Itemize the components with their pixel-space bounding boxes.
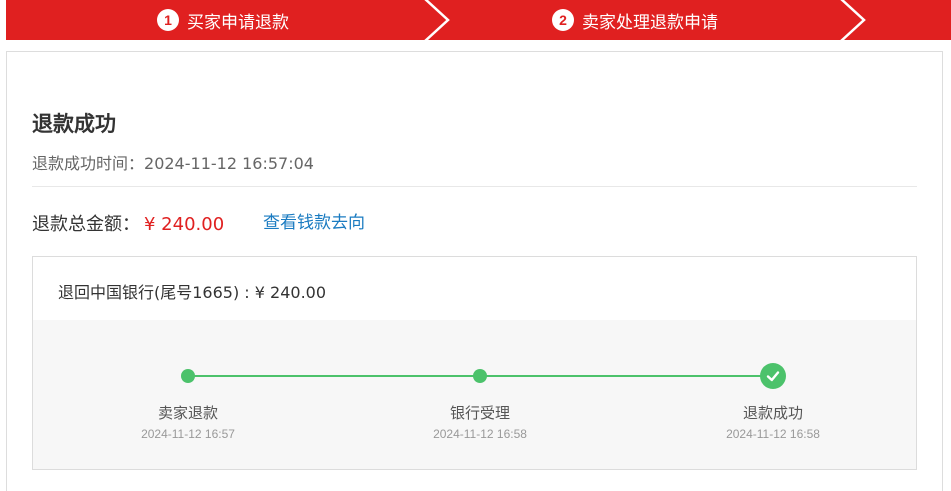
step-seller-process: 2 卖家处理退款申请 bbox=[552, 0, 718, 40]
stage-time: 2024-11-12 16:57 bbox=[141, 427, 235, 441]
checkmark-icon bbox=[766, 371, 780, 382]
stage-name: 卖家退款 bbox=[157, 404, 218, 422]
view-money-flow-link[interactable]: 查看钱款去向 bbox=[263, 208, 365, 233]
refund-total-label: 退款总金额： bbox=[32, 214, 140, 235]
step-label: 买家申请退款 bbox=[187, 12, 289, 33]
stage-name: 银行受理 bbox=[449, 404, 510, 422]
refund-total-row: 退款总金额： ¥ 240.00 bbox=[32, 210, 224, 236]
stage-bank-accepted: 银行受理 2024-11-12 16:58 bbox=[400, 402, 560, 441]
progress-node bbox=[181, 369, 195, 383]
stage-refund-success: 退款成功 2024-11-12 16:58 bbox=[693, 402, 853, 441]
refund-total-amount: ¥ 240.00 bbox=[144, 214, 225, 235]
refund-time-row: 退款成功时间：2024-11-12 16:57:04 bbox=[32, 150, 314, 174]
stage-time: 2024-11-12 16:58 bbox=[726, 427, 820, 441]
stage-name: 退款成功 bbox=[742, 404, 803, 422]
refund-destination: 退回中国银行(尾号1665) : ¥ 240.00 bbox=[58, 283, 327, 302]
refund-progress-tracker: 卖家退款 2024-11-12 16:57 银行受理 2024-11-12 16… bbox=[33, 320, 916, 469]
page-title: 退款成功 bbox=[32, 112, 116, 136]
chevron-right-icon bbox=[840, 0, 866, 40]
step-number-badge: 1 bbox=[157, 9, 179, 31]
chevron-right-icon bbox=[424, 0, 450, 40]
stage-time: 2024-11-12 16:58 bbox=[433, 427, 527, 441]
refund-time-label: 退款成功时间： bbox=[32, 154, 145, 173]
step-label: 卖家处理退款申请 bbox=[582, 12, 718, 33]
refund-detail-box: 退回中国银行(尾号1665) : ¥ 240.00 卖家退款 2024-11-1… bbox=[32, 256, 917, 470]
divider bbox=[32, 186, 917, 187]
refund-time-value: 2024-11-12 16:57:04 bbox=[144, 154, 314, 173]
refund-result-panel: 退款成功 退款成功时间：2024-11-12 16:57:04 退款总金额： ¥… bbox=[6, 51, 943, 491]
progress-node-complete bbox=[760, 363, 786, 389]
step-number-badge: 2 bbox=[552, 9, 574, 31]
step-buyer-request: 1 买家申请退款 bbox=[157, 0, 289, 40]
refund-step-bar: 1 买家申请退款 2 卖家处理退款申请 bbox=[6, 0, 951, 40]
progress-node bbox=[473, 369, 487, 383]
stage-seller-refund: 卖家退款 2024-11-12 16:57 bbox=[108, 402, 268, 441]
